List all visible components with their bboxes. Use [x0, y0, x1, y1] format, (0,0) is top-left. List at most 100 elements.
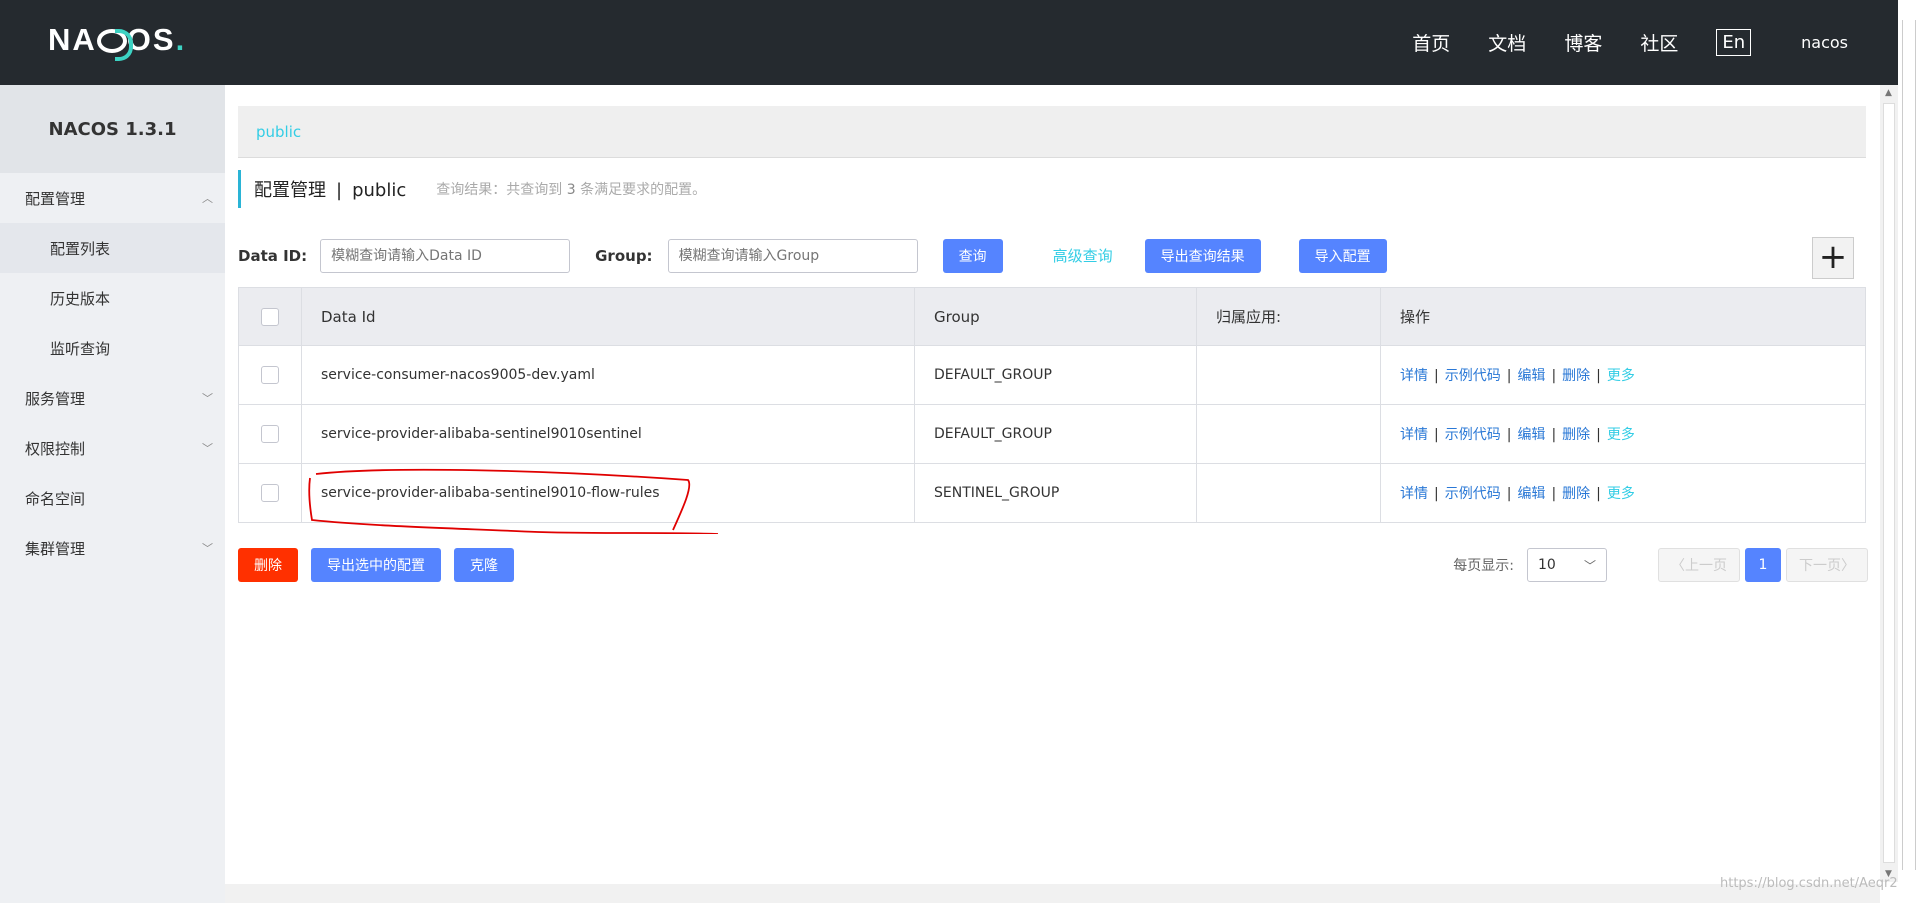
- sidebar-item-label: 集群管理: [25, 539, 86, 558]
- page-size-label: 每页显示:: [1453, 558, 1514, 574]
- next-page-button[interactable]: 下一页〉: [1786, 548, 1868, 582]
- cell-data-id-text: service-provider-alibaba-sentinel9010-fl…: [321, 485, 660, 501]
- table-header-row: Data Id Group 归属应用: 操作: [238, 287, 1866, 346]
- row-checkbox[interactable]: [261, 484, 279, 502]
- delete-selected-button[interactable]: 删除: [238, 548, 298, 582]
- cell-app: [1196, 404, 1381, 464]
- sidebar-title: NACOS 1.3.1: [0, 85, 225, 173]
- cell-app: [1196, 463, 1381, 523]
- op-edit[interactable]: 编辑: [1517, 368, 1545, 384]
- watermark: https://blog.csdn.net/Aeqr2: [1720, 876, 1898, 891]
- table-row: service-provider-alibaba-sentinel9010-fl…: [238, 463, 1866, 534]
- horizontal-scrollbar[interactable]: [225, 884, 1880, 903]
- cell-data-id: service-consumer-nacos9005-dev.yaml: [301, 345, 915, 405]
- op-more[interactable]: 更多: [1607, 368, 1635, 384]
- op-delete[interactable]: 删除: [1562, 368, 1590, 384]
- cell-operations: 详情 | 示例代码 | 编辑 | 删除 | 更多: [1380, 463, 1866, 523]
- cell-group: SENTINEL_GROUP: [914, 463, 1197, 523]
- op-sample-code[interactable]: 示例代码: [1445, 486, 1501, 502]
- nav-home[interactable]: 首页: [1412, 29, 1450, 56]
- sidebar-item-cluster[interactable]: 集群管理 ﹀: [0, 523, 225, 573]
- logo-o-mark: [96, 29, 133, 61]
- op-detail[interactable]: 详情: [1400, 427, 1428, 443]
- top-nav: 首页 文档 博客 社区 En nacos: [1374, 0, 1848, 85]
- nav-community[interactable]: 社区: [1640, 29, 1678, 56]
- page-number-current[interactable]: 1: [1745, 548, 1781, 582]
- sidebar: NACOS 1.3.1 配置管理 ︿ 配置列表 历史版本 监听查询 服务管理 ﹀…: [0, 85, 225, 903]
- sidebar-item-label: 命名空间: [25, 489, 86, 508]
- page-header: 配置管理 | public 查询结果：共查询到 3 条满足要求的配置。: [238, 170, 706, 208]
- sidebar-item-service[interactable]: 服务管理 ﹀: [0, 373, 225, 423]
- cell-group: DEFAULT_GROUP: [914, 404, 1197, 464]
- bottom-bar: 删除 导出选中的配置 克隆 每页显示: 10 ﹀ 〈上一页 1 下一页〉: [238, 548, 1868, 586]
- config-table: Data Id Group 归属应用: 操作 service-consumer-…: [238, 287, 1866, 534]
- sidebar-item-namespace[interactable]: 命名空间: [0, 473, 225, 523]
- export-result-button[interactable]: 导出查询结果: [1144, 238, 1261, 273]
- cell-operations: 详情 | 示例代码 | 编辑 | 删除 | 更多: [1380, 345, 1866, 405]
- chevron-down-icon: ﹀: [202, 442, 213, 455]
- row-checkbox[interactable]: [261, 425, 279, 443]
- page-size-select[interactable]: 10 ﹀: [1527, 548, 1607, 582]
- bulk-actions: 删除 导出选中的配置 克隆: [238, 548, 514, 582]
- op-more[interactable]: 更多: [1607, 486, 1635, 502]
- scroll-up-icon[interactable]: ▲: [1885, 88, 1892, 98]
- chevron-left-icon: 〈: [1671, 558, 1685, 574]
- sidebar-item-history[interactable]: 历史版本: [0, 273, 225, 323]
- pagination: 每页显示: 10 ﹀ 〈上一页 1 下一页〉: [1453, 548, 1868, 582]
- op-more[interactable]: 更多: [1607, 427, 1635, 443]
- op-edit[interactable]: 编辑: [1517, 427, 1545, 443]
- op-sample-code[interactable]: 示例代码: [1445, 368, 1501, 384]
- dataid-label: Data ID:: [238, 246, 308, 265]
- cell-operations: 详情 | 示例代码 | 编辑 | 删除 | 更多: [1380, 404, 1866, 464]
- op-delete[interactable]: 删除: [1562, 427, 1590, 443]
- advanced-search-link[interactable]: 高级查询: [1053, 245, 1113, 266]
- row-checkbox[interactable]: [261, 366, 279, 384]
- op-detail[interactable]: 详情: [1400, 486, 1428, 502]
- top-header: NA OS. 首页 文档 博客 社区 En nacos: [0, 0, 1898, 85]
- sidebar-item-label: 配置管理: [25, 189, 86, 208]
- chevron-down-icon: ﹀: [202, 392, 213, 405]
- sidebar-item-auth[interactable]: 权限控制 ﹀: [0, 423, 225, 473]
- nav-blog[interactable]: 博客: [1564, 29, 1602, 56]
- cell-group: DEFAULT_GROUP: [914, 345, 1197, 405]
- select-all-checkbox[interactable]: [261, 307, 279, 326]
- page-title: 配置管理 | public: [254, 180, 407, 201]
- sidebar-item-listener[interactable]: 监听查询: [0, 323, 225, 373]
- namespace-public-link[interactable]: public: [256, 123, 301, 141]
- chevron-down-icon: ﹀: [1583, 558, 1596, 573]
- chevron-up-icon: ︿: [202, 192, 213, 205]
- col-operations: 操作: [1380, 287, 1866, 346]
- table-row: service-provider-alibaba-sentinel9010sen…: [238, 404, 1866, 464]
- table-row: service-consumer-nacos9005-dev.yaml DEFA…: [238, 345, 1866, 405]
- nacos-logo[interactable]: NA OS.: [48, 22, 186, 61]
- cell-app: [1196, 345, 1381, 405]
- vertical-scrollbar[interactable]: ▲ ▼: [1880, 85, 1898, 882]
- chevron-down-icon: ﹀: [202, 542, 213, 555]
- dataid-input[interactable]: [320, 238, 571, 273]
- col-data-id: Data Id: [301, 287, 915, 346]
- outer-scrollbar[interactable]: [1898, 0, 1920, 903]
- clone-button[interactable]: 克隆: [454, 548, 514, 582]
- user-menu[interactable]: nacos: [1801, 33, 1848, 52]
- op-detail[interactable]: 详情: [1400, 368, 1428, 384]
- prev-page-button[interactable]: 〈上一页: [1658, 548, 1740, 582]
- chevron-right-icon: 〉: [1841, 558, 1855, 574]
- main-content: public 配置管理 | public 查询结果：共查询到 3 条满足要求的配置。…: [225, 85, 1880, 884]
- language-switch[interactable]: En: [1716, 29, 1752, 56]
- search-button[interactable]: 查询: [942, 238, 1003, 273]
- cell-data-id: service-provider-alibaba-sentinel9010sen…: [301, 404, 915, 464]
- op-delete[interactable]: 删除: [1562, 486, 1590, 502]
- sidebar-item-label: 服务管理: [25, 389, 86, 408]
- query-result-text: 查询结果：共查询到 3 条满足要求的配置。: [436, 182, 707, 198]
- op-sample-code[interactable]: 示例代码: [1445, 427, 1501, 443]
- scroll-thumb[interactable]: [1883, 103, 1895, 863]
- nav-docs[interactable]: 文档: [1488, 29, 1526, 56]
- sidebar-item-label: 权限控制: [25, 439, 86, 458]
- export-selected-button[interactable]: 导出选中的配置: [311, 548, 441, 582]
- group-input[interactable]: [667, 238, 918, 273]
- sidebar-item-config[interactable]: 配置管理 ︿: [0, 173, 225, 223]
- add-config-button[interactable]: +: [1812, 237, 1854, 279]
- sidebar-item-config-list[interactable]: 配置列表: [0, 223, 225, 273]
- import-config-button[interactable]: 导入配置: [1298, 238, 1387, 273]
- op-edit[interactable]: 编辑: [1517, 486, 1545, 502]
